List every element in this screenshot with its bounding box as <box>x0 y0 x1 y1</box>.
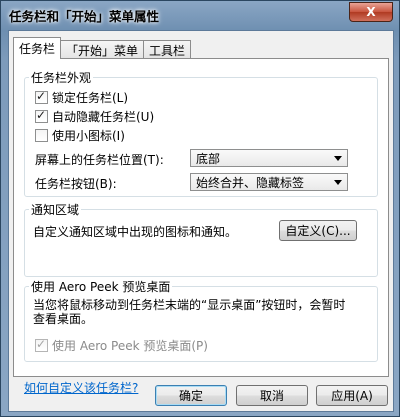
auto-hide-label: 自动隐藏任务栏(U) <box>52 110 155 124</box>
notification-group-title: 通知区域 <box>29 201 82 218</box>
window-title: 任务栏和「开始」菜单属性 <box>9 9 160 24</box>
customize-button[interactable]: 自定义(C)... <box>279 220 357 241</box>
auto-hide-checkbox[interactable]: 自动隐藏任务栏(U) <box>35 108 154 125</box>
notification-description-row: 自定义通知区域中出现的图标和通知。 <box>33 223 237 240</box>
taskbar-location-select[interactable]: 底部 <box>190 149 348 167</box>
taskbar-buttons-label: 任务栏按钮(B): <box>35 177 117 191</box>
checkbox-box[interactable] <box>35 108 48 123</box>
properties-window: 任务栏和「开始」菜单属性 X 任务栏 「开始」菜单 工具栏 任务栏外观 锁定任务… <box>0 0 400 417</box>
apply-button[interactable]: 应用(A) <box>316 385 388 406</box>
aero-peek-checkbox[interactable]: 使用 Aero Peek 预览桌面(P) <box>35 337 208 354</box>
buttons-label-row: 任务栏按钮(B): <box>35 175 117 192</box>
dialog-client-area: 任务栏 「开始」菜单 工具栏 任务栏外观 锁定任务栏(L) 自动隐藏任务栏(U) <box>8 30 394 412</box>
ok-button[interactable]: 确定 <box>155 385 227 406</box>
tab-taskbar[interactable]: 任务栏 <box>13 37 62 59</box>
location-label: 屏幕上的任务栏位置(T): <box>35 153 164 167</box>
lock-taskbar-checkbox[interactable]: 锁定任务栏(L) <box>35 89 128 106</box>
small-icons-label: 使用小图标(I) <box>52 129 125 143</box>
small-icons-checkbox[interactable]: 使用小图标(I) <box>35 127 125 144</box>
taskbar-buttons-value: 始终合并、隐藏标签 <box>196 175 305 190</box>
apply-button-label: 应用(A) <box>331 389 373 403</box>
appearance-group-title: 任务栏外观 <box>29 69 94 86</box>
notification-description: 自定义通知区域中出现的图标和通知。 <box>33 225 238 239</box>
tab-label: 「开始」菜单 <box>66 43 139 58</box>
cancel-button[interactable]: 取消 <box>236 385 308 406</box>
tab-label: 任务栏 <box>19 42 56 56</box>
taskbar-location-value: 底部 <box>196 151 221 166</box>
tab-toolbars[interactable]: 工具栏 <box>143 40 192 59</box>
tab-label: 工具栏 <box>149 43 186 58</box>
cancel-button-label: 取消 <box>259 389 284 403</box>
aero-peek-group: 使用 Aero Peek 预览桌面 当您将鼠标移动到任务栏末端的“显示桌面”按钮… <box>24 278 378 362</box>
checkbox-box[interactable] <box>35 89 48 104</box>
tab-start-menu[interactable]: 「开始」菜单 <box>60 40 145 59</box>
taskbar-buttons-select[interactable]: 始终合并、隐藏标签 <box>190 173 348 191</box>
close-icon: X <box>366 5 376 19</box>
appearance-group: 任务栏外观 锁定任务栏(L) 自动隐藏任务栏(U) 使用小图标(I) 屏幕上的任… <box>24 69 378 197</box>
notification-group: 通知区域 自定义通知区域中出现的图标和通知。 自定义(C)... <box>24 201 378 277</box>
aero-peek-description-line1: 当您将鼠标移动到任务栏末端的“显示桌面”按钮时，会暂时 <box>33 298 346 312</box>
aero-peek-group-title: 使用 Aero Peek 预览桌面 <box>29 278 173 295</box>
aero-peek-description-line2: 查看桌面。 <box>33 312 94 326</box>
ok-button-label: 确定 <box>178 389 203 403</box>
help-link[interactable]: 如何自定义该任务栏? <box>24 379 138 396</box>
tab-panel: 任务栏外观 锁定任务栏(L) 自动隐藏任务栏(U) 使用小图标(I) 屏幕上的任… <box>13 58 389 395</box>
chevron-down-icon <box>334 180 342 185</box>
title-bar[interactable]: 任务栏和「开始」菜单属性 X <box>1 1 399 29</box>
lock-taskbar-label: 锁定任务栏(L) <box>52 91 129 105</box>
tab-strip: 任务栏 「开始」菜单 工具栏 <box>13 37 192 59</box>
customize-button-label: 自定义(C)... <box>285 224 351 238</box>
checkbox-box[interactable] <box>35 129 48 142</box>
close-button[interactable]: X <box>349 2 393 22</box>
aero-peek-checkbox-label: 使用 Aero Peek 预览桌面(P) <box>52 339 208 353</box>
chevron-down-icon <box>334 156 342 161</box>
location-label-row: 屏幕上的任务栏位置(T): <box>35 151 164 168</box>
checkbox-box[interactable] <box>35 337 48 352</box>
